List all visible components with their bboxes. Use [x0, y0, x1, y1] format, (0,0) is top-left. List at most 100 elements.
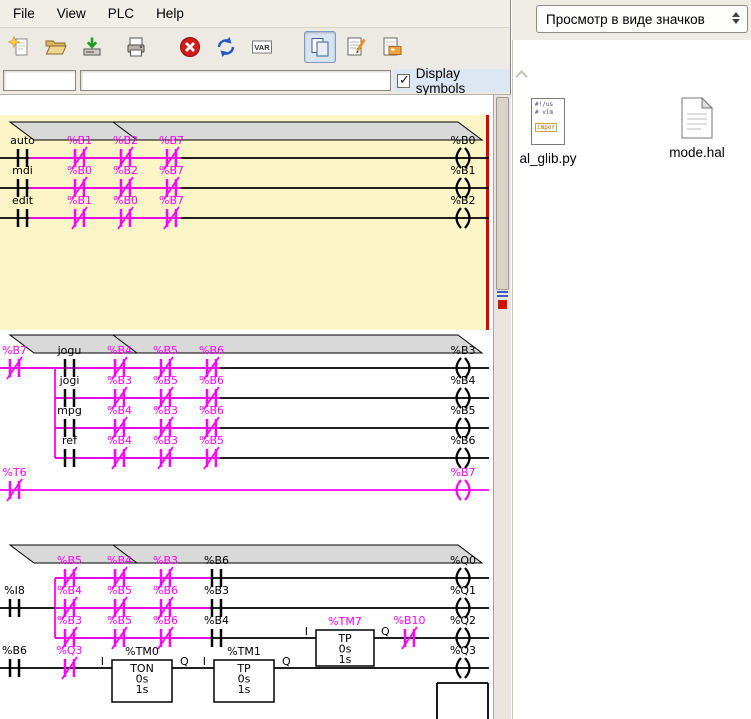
menu-plc[interactable]: PLC	[97, 1, 145, 26]
sections-manager-button[interactable]	[304, 31, 336, 63]
svg-text:%B1: %B1	[67, 194, 92, 207]
svg-text:%Q2: %Q2	[450, 614, 476, 627]
svg-text:%B2: %B2	[113, 134, 138, 147]
var-label: VAR	[254, 43, 270, 52]
refresh-button[interactable]	[210, 31, 242, 63]
svg-text:Q: Q	[282, 655, 291, 668]
svg-text:%T6: %T6	[2, 466, 26, 479]
ladder-svg[interactable]: auto %B1 %B2 %B7 %B0 mdi %B0 %B2 %B7 %B1 edit %B1 %B…	[0, 95, 493, 719]
svg-text:%B6: %B6	[2, 644, 27, 657]
svg-text:1s: 1s	[339, 653, 352, 666]
document-icon	[681, 97, 713, 139]
svg-text:%B6: %B6	[204, 554, 229, 567]
save-icon	[83, 37, 101, 56]
svg-text:%TM1: %TM1	[227, 645, 261, 658]
menubar: File View PLC Help	[0, 0, 510, 28]
svg-text:auto: auto	[10, 134, 35, 147]
view-mode-dropdown[interactable]: Просмотр в виде значков	[536, 5, 748, 33]
thumb-line: # vim	[535, 109, 554, 116]
var-button[interactable]: VAR	[246, 31, 278, 63]
display-symbols-checkbox[interactable]	[397, 72, 410, 88]
printer-icon	[127, 37, 145, 57]
svg-text:%B6: %B6	[199, 374, 224, 387]
svg-text:%B6: %B6	[153, 584, 178, 597]
editor-pencil-icon	[347, 37, 366, 56]
file-manager-panel: Просмотр в виде значков #!/us # vim impo…	[512, 0, 751, 719]
scrollbar-red-mark	[498, 300, 507, 309]
display-symbols-label: Display symbols	[415, 65, 466, 96]
open-folder-icon	[45, 40, 67, 55]
svg-text:I: I	[203, 655, 206, 668]
svg-text:%B3: %B3	[153, 434, 178, 447]
svg-text:%B4: %B4	[204, 614, 229, 627]
desktop: File View PLC Help VAR ✓ Display symbols…	[0, 0, 751, 719]
svg-text:%B0: %B0	[451, 134, 476, 147]
file-manager-toolbar: Просмотр в виде значков	[512, 0, 751, 40]
svg-text:I: I	[101, 655, 104, 668]
menu-file[interactable]: File	[2, 1, 46, 26]
svg-text:%B5: %B5	[153, 344, 178, 357]
menu-view[interactable]: View	[46, 1, 97, 26]
rung-label-input[interactable]	[3, 70, 76, 91]
file-icon-view[interactable]: #!/us # vim impor al_glib.py mode.hal	[512, 40, 751, 719]
file-item-hal[interactable]: mode.hal	[662, 97, 732, 160]
print-button[interactable]	[120, 31, 152, 63]
var-table-icon: VAR	[252, 40, 272, 54]
svg-text:%Q3: %Q3	[450, 644, 476, 657]
svg-text:Q: Q	[381, 625, 390, 638]
file-item-python[interactable]: #!/us # vim impor al_glib.py	[513, 98, 583, 166]
rung-comment-input[interactable]	[80, 70, 391, 91]
new-document-icon	[8, 35, 28, 56]
svg-text:%B5: %B5	[153, 374, 178, 387]
svg-text:%B3: %B3	[107, 374, 132, 387]
view-mode-label: Просмотр в виде значков	[546, 11, 705, 27]
svg-text:%B4: %B4	[107, 344, 132, 357]
svg-text:%B5: %B5	[107, 614, 132, 627]
open-button[interactable]	[40, 31, 72, 63]
editor-button[interactable]	[340, 31, 372, 63]
python-file-thumbnail-icon: #!/us # vim impor	[531, 98, 565, 145]
svg-text:%B6: %B6	[451, 434, 476, 447]
save-button[interactable]	[76, 31, 108, 63]
ladder-scrollbar[interactable]	[493, 95, 511, 719]
svg-text:%B0: %B0	[67, 164, 92, 177]
svg-text:%B2: %B2	[451, 194, 476, 207]
scrollbar-slider[interactable]	[496, 97, 509, 290]
dropdown-spinner-icon[interactable]	[732, 12, 740, 24]
svg-text:mpg: mpg	[57, 404, 82, 417]
svg-text:1s: 1s	[238, 683, 251, 696]
svg-text:%B1: %B1	[67, 134, 92, 147]
svg-text:%B5: %B5	[451, 404, 476, 417]
svg-text:%B0: %B0	[113, 194, 138, 207]
svg-text:%B3: %B3	[153, 404, 178, 417]
svg-text:%B6: %B6	[153, 614, 178, 627]
svg-text:%B7: %B7	[159, 194, 184, 207]
svg-text:mdi: mdi	[12, 164, 33, 177]
svg-text:%TM7: %TM7	[328, 615, 362, 628]
quit-button[interactable]	[174, 31, 206, 63]
svg-text:%B6: %B6	[199, 344, 224, 357]
svg-text:%B3: %B3	[153, 554, 178, 567]
config-page-icon	[383, 37, 402, 56]
display-symbols-toggle[interactable]: Display symbols	[393, 66, 510, 96]
svg-text:%B6: %B6	[199, 404, 224, 417]
svg-text:I: I	[305, 625, 308, 638]
svg-text:%B5: %B5	[199, 434, 224, 447]
rung-field-row: Display symbols	[0, 66, 510, 96]
svg-text:1s: 1s	[136, 683, 149, 696]
svg-text:Q: Q	[180, 655, 189, 668]
svg-text:%B7: %B7	[2, 344, 27, 357]
svg-text:%Q3: %Q3	[56, 644, 82, 657]
preferences-button[interactable]	[376, 31, 408, 63]
svg-text:%B2: %B2	[113, 164, 138, 177]
svg-text:%B7: %B7	[159, 164, 184, 177]
svg-text:%B4: %B4	[451, 374, 476, 387]
svg-text:%B3: %B3	[451, 344, 476, 357]
menu-help[interactable]: Help	[145, 1, 195, 26]
svg-text:%B7: %B7	[451, 466, 476, 479]
new-button[interactable]	[4, 31, 36, 63]
file-name: mode.hal	[669, 145, 725, 160]
scroll-up-hint-icon	[515, 70, 528, 83]
svg-text:%B5: %B5	[107, 584, 132, 597]
svg-text:%B4: %B4	[107, 554, 132, 567]
